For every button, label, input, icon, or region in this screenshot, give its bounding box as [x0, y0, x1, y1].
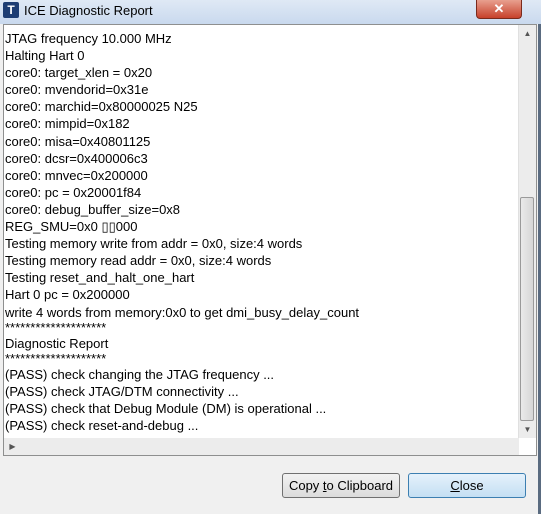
label: C	[450, 478, 460, 493]
report-text: JTAG frequency 10.000 MHz Halting Hart 0c…	[5, 30, 359, 434]
log-line: ********************	[5, 350, 107, 366]
log-line: Halting Hart 0	[5, 48, 85, 64]
log-line: ********************	[5, 319, 107, 335]
log-line: write 4 words from memory:0x0 to get dmi…	[5, 304, 360, 320]
label: Copy	[288, 478, 323, 493]
log-line: REG_SMU=0x0 ▯▯000	[5, 219, 138, 235]
window-close-button[interactable]: ✕	[476, 0, 522, 19]
label: lose	[459, 478, 484, 493]
app-icon: T	[3, 2, 19, 18]
scroll-right-icon[interactable]: ▶	[4, 438, 21, 455]
report-textarea[interactable]: JTAG frequency 10.000 MHz Halting Hart 0c…	[3, 24, 537, 456]
log-line: Testing memory write from addr = 0x0, si…	[5, 236, 303, 252]
log-line: core0: target_xlen = 0x20	[5, 65, 153, 81]
log-line: Testing reset_and_halt_one_hart	[5, 270, 195, 286]
log-line: core0: dcsr=0x400006c3	[5, 150, 148, 166]
log-line: core0: mvendorid=0x31e	[5, 82, 149, 98]
log-line: core0: marchid=0x80000025 N25	[5, 99, 198, 115]
scroll-down-icon[interactable]: ▼	[519, 421, 536, 438]
copy-to-clipboard-button[interactable]: Copy to Clipboard	[282, 473, 400, 498]
close-button[interactable]: Close	[408, 473, 526, 498]
log-line: Diagnostic Report	[5, 335, 109, 351]
title-bar: T ICE Diagnostic Report ✕	[0, 0, 541, 24]
log-line: (PASS) check that Debug Module (DM) is o…	[5, 400, 327, 416]
log-line: core0: pc = 0x20001f84	[5, 184, 142, 200]
log-line: core0: misa=0x40801125	[5, 133, 151, 149]
log-line: core0: mimpid=0x182	[5, 116, 130, 132]
log-line: core0: mnvec=0x200000	[5, 167, 148, 183]
log-line: (PASS) check reset-and-debug ...	[5, 417, 199, 433]
log-line: Hart 0 pc = 0x200000	[5, 287, 130, 303]
log-line: (PASS) check changing the JTAG frequency…	[5, 366, 275, 382]
log-line: (PASS) check JTAG/DTM connectivity ...	[5, 383, 239, 399]
label: o Clipboard	[326, 478, 394, 493]
scroll-up-icon[interactable]: ▲	[519, 25, 536, 42]
log-line: JTAG frequency 10.000 MHz	[5, 31, 172, 46]
log-line: Testing memory read addr = 0x0, size:4 w…	[5, 253, 272, 269]
scroll-thumb[interactable]	[520, 197, 534, 421]
window-title: ICE Diagnostic Report	[24, 3, 153, 18]
vertical-scrollbar[interactable]: ▲ ▼	[518, 25, 536, 438]
log-line: core0: debug_buffer_size=0x8	[5, 201, 181, 217]
horizontal-scrollbar[interactable]: ▶	[4, 438, 519, 455]
